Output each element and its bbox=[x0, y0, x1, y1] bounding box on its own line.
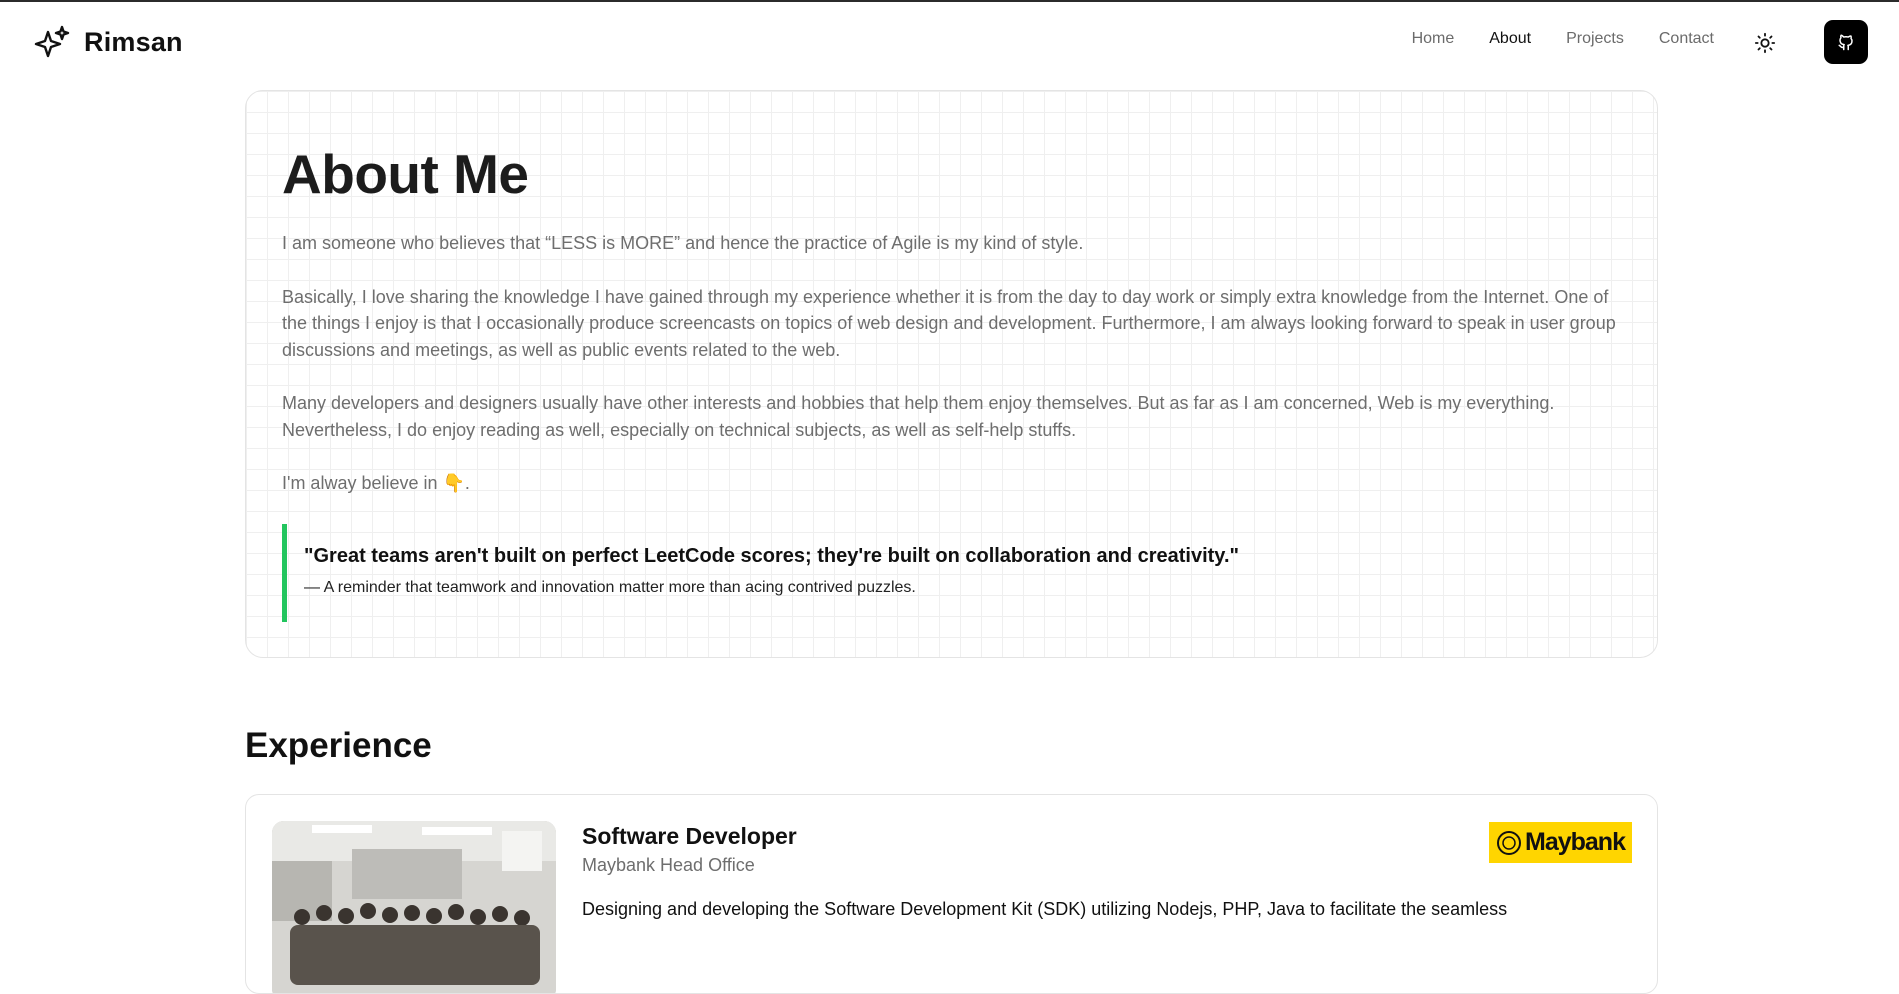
quote-text: "Great teams aren't built on perfect Lee… bbox=[304, 545, 1239, 567]
tiger-emblem-icon bbox=[1497, 830, 1521, 855]
experience-description: Designing and developing the Software De… bbox=[582, 899, 1508, 919]
about-paragraph: Many developers and designers usually ha… bbox=[282, 393, 1555, 440]
nav-about[interactable]: About bbox=[1489, 30, 1531, 48]
sun-icon bbox=[1754, 32, 1776, 54]
experience-title: Experience bbox=[245, 726, 432, 765]
team-photo-illustration bbox=[272, 821, 556, 993]
nav-home[interactable]: Home bbox=[1412, 30, 1455, 48]
quote-caption: — A reminder that teamwork and innovatio… bbox=[304, 579, 916, 596]
brand-name: Rimsan bbox=[84, 26, 183, 57]
theme-toggle-button[interactable] bbox=[1752, 30, 1778, 56]
github-icon bbox=[1838, 34, 1853, 51]
team-photo bbox=[272, 821, 556, 993]
about-paragraph: Basically, I love sharing the knowledge … bbox=[282, 286, 1616, 360]
site-header: Rimsan Home About Projects Contact bbox=[0, 2, 1899, 82]
experience-company: Maybank Head Office bbox=[582, 855, 755, 875]
maybank-logo: Maybank bbox=[1489, 822, 1632, 863]
about-paragraph: I am someone who believes that “LESS is … bbox=[282, 233, 1084, 253]
sparkles-icon bbox=[34, 25, 70, 58]
nav-projects[interactable]: Projects bbox=[1566, 30, 1624, 48]
maybank-logo-text: Maybank bbox=[1525, 828, 1626, 856]
about-title: About Me bbox=[282, 143, 529, 205]
about-paragraph: I'm alway believe in 👇. bbox=[282, 473, 470, 493]
nav-contact[interactable]: Contact bbox=[1659, 30, 1714, 48]
experience-card: Software Developer Maybank Head Office D… bbox=[245, 794, 1658, 994]
github-button[interactable] bbox=[1824, 20, 1868, 64]
main-nav: Home About Projects Contact bbox=[1412, 30, 1714, 48]
about-card: About Me I am someone who believes that … bbox=[245, 90, 1658, 658]
experience-role: Software Developer bbox=[582, 823, 797, 849]
brand[interactable]: Rimsan bbox=[34, 24, 183, 60]
blockquote: "Great teams aren't built on perfect Lee… bbox=[282, 524, 1382, 622]
about-content: About Me I am someone who believes that … bbox=[282, 147, 1627, 497]
